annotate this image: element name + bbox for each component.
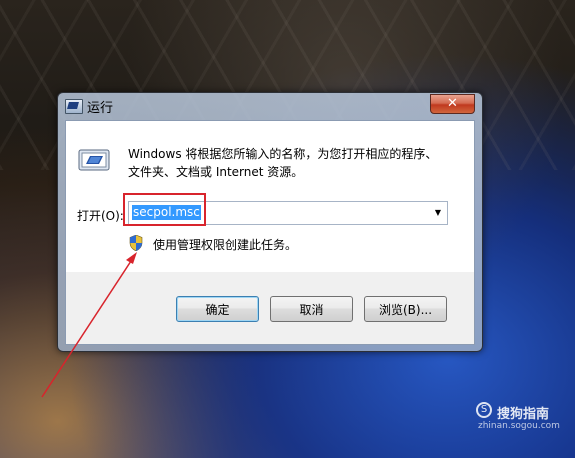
run-program-icon [78,149,110,171]
cancel-button[interactable]: 取消 [270,296,353,322]
browse-button[interactable]: 浏览(B)... [364,296,447,322]
sogou-logo-icon: S [476,402,492,418]
description-line-1: Windows 将根据您所输入的名称，为您打开相应的程序、 [128,147,438,161]
window-title: 运行 [87,101,114,116]
content-panel: Windows 将根据您所输入的名称，为您打开相应的程序、 文件夹、文档或 In… [66,121,474,272]
chevron-down-icon[interactable]: ▼ [432,206,444,220]
watermark-brand: 搜狗指南 [497,407,550,422]
annotation-highlight-box [123,193,206,226]
dialog-body: Windows 将根据您所输入的名称，为您打开相应的程序、 文件夹、文档或 In… [65,120,475,345]
run-app-icon [65,99,83,114]
admin-note: 使用管理权限创建此任务。 [153,238,298,252]
title-bar[interactable]: 运行 ✕ [58,93,482,119]
uac-shield-icon [129,235,143,251]
description-line-2: 文件夹、文档或 Internet 资源。 [128,165,304,179]
close-button[interactable]: ✕ [430,94,475,114]
watermark-url: zhinan.sogou.com [478,421,560,431]
ok-button[interactable]: 确定 [176,296,259,322]
open-label: 打开(O): [77,209,124,223]
run-dialog: 运行 ✕ Windows 将根据您所输入的名称，为您打开相应的程序、 文件夹、文… [57,92,483,352]
description: Windows 将根据您所输入的名称，为您打开相应的程序、 文件夹、文档或 In… [128,145,458,181]
